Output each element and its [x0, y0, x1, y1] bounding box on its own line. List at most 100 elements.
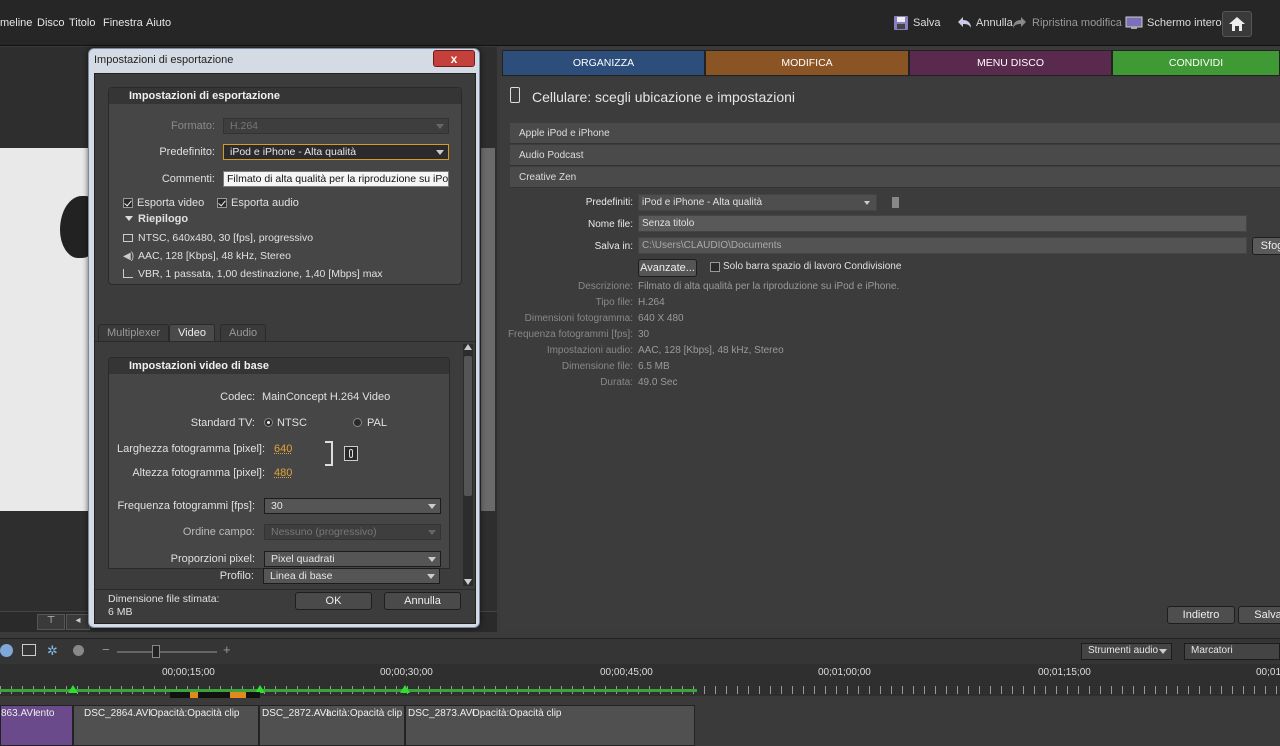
scrollbar-thumb[interactable]: [464, 356, 472, 496]
profile-value: Linea di base: [270, 570, 333, 582]
menu-disco[interactable]: Disco: [37, 17, 65, 29]
field-order-label: Ordine campo:: [182, 526, 255, 538]
tab-organizza[interactable]: ORGANIZZA: [502, 50, 705, 76]
redo-icon: [1013, 17, 1026, 28]
device-audio-podcast[interactable]: Audio Podcast: [510, 145, 1280, 166]
info-filesize-label: Dimensione file:: [561, 361, 633, 372]
tab-multiplexer[interactable]: Multiplexer: [98, 324, 170, 341]
save-button[interactable]: Salva: [893, 12, 941, 34]
filename-label: Nome file:: [587, 219, 633, 230]
fullscreen-button[interactable]: Schermo intero: [1125, 12, 1222, 34]
share-preset-select[interactable]: iPod e iPhone - Alta qualità: [638, 194, 877, 211]
width-value[interactable]: 640: [274, 443, 292, 455]
info-duration-value: 49.0 Sec: [638, 377, 678, 388]
timecode-label: 00;00;45;00: [600, 667, 653, 678]
share-preset-value: iPod e iPhone - Alta qualità: [642, 197, 763, 208]
time-ruler[interactable]: 00;00;15;00 00;00;30;00 00;00;45;00 00;0…: [0, 664, 1280, 698]
export-video-checkbox[interactable]: [123, 198, 133, 208]
tab-video[interactable]: Video: [169, 324, 215, 341]
zoom-slider-track[interactable]: [117, 651, 217, 653]
export-audio-checkbox[interactable]: [217, 198, 227, 208]
tab-menu-disco-label: MENU DISCO: [976, 57, 1045, 69]
disc-icon[interactable]: [0, 644, 13, 657]
tab-condividi[interactable]: CONDIVIDI: [1112, 50, 1280, 76]
share-save-button[interactable]: Salva: [1238, 606, 1280, 624]
device-creative-zen[interactable]: Creative Zen: [510, 167, 1280, 188]
profile-select[interactable]: Linea di base: [263, 568, 440, 584]
video-settings-panel: Impostazioni video di base Codec: MainCo…: [108, 357, 450, 569]
scroll-down-icon[interactable]: [464, 579, 472, 585]
cancel-button[interactable]: Annulla: [384, 592, 461, 610]
preset-label: Predefinito:: [159, 146, 215, 158]
export-settings-dialog: Impostazioni di esportazione x Impostazi…: [88, 48, 480, 628]
menu-aiuto[interactable]: Aiuto: [146, 17, 171, 29]
clip-extra: Opacità:Opacità clip: [472, 708, 562, 719]
undo-button[interactable]: Annulla: [956, 12, 1013, 34]
zoom-slider-handle[interactable]: [152, 645, 160, 658]
device-apple-ipod[interactable]: Apple iPod e iPhone: [510, 123, 1280, 144]
width-label: Larghezza fotogramma [pixel]:: [117, 443, 265, 455]
clip[interactable]: DSC_2873.AVI Opacità:Opacità clip: [405, 705, 695, 746]
tab-modifica[interactable]: MODIFICA: [705, 50, 909, 76]
browse-button[interactable]: Sfog: [1252, 237, 1280, 255]
preset-value: iPod e iPhone - Alta qualità: [230, 146, 357, 158]
savein-input[interactable]: C:\Users\CLAUDIO\Documents: [638, 237, 1247, 254]
menu-timeline[interactable]: meline: [0, 17, 32, 29]
aspect-value: Pixel quadrati: [271, 553, 335, 565]
field-order-select[interactable]: Nessuno (progressivo): [264, 524, 441, 540]
filename-input[interactable]: Senza titolo: [638, 215, 1247, 232]
phone-icon: [510, 87, 520, 103]
menu-titolo[interactable]: Titolo: [69, 17, 96, 29]
step-back-icon[interactable]: ◂: [66, 614, 90, 630]
back-button[interactable]: Indietro: [1167, 606, 1235, 624]
tab-menu-disco[interactable]: MENU DISCO: [909, 50, 1112, 76]
effects-icon[interactable]: ✲: [47, 643, 58, 659]
clip[interactable]: 863.AVI ento: [0, 705, 73, 746]
marker-triangle-icon[interactable]: [400, 685, 410, 693]
markers-select[interactable]: Marcatori: [1184, 643, 1280, 660]
marker-icon[interactable]: [73, 645, 84, 656]
export-panel-heading: Impostazioni di esportazione: [109, 88, 461, 104]
scroll-up-icon[interactable]: [464, 344, 472, 350]
zoom-in-icon[interactable]: +: [223, 642, 231, 657]
list-icon[interactable]: [22, 644, 36, 656]
ok-button[interactable]: OK: [295, 592, 372, 610]
height-value[interactable]: 480: [274, 467, 292, 479]
ntsc-radio[interactable]: [264, 418, 273, 427]
zoom-out-icon[interactable]: −: [102, 642, 110, 657]
audio-tools-select[interactable]: Strumenti audio: [1081, 643, 1172, 660]
chain-link-icon[interactable]: [344, 446, 358, 461]
dialog-title: Impostazioni di esportazione: [94, 54, 234, 66]
dialog-close-button[interactable]: x: [433, 50, 475, 67]
tab-audio[interactable]: Audio: [220, 324, 267, 341]
chevron-down-icon: [864, 201, 870, 205]
home-button[interactable]: [1222, 11, 1252, 37]
chevron-down-icon: [436, 150, 444, 155]
preset-select[interactable]: iPod e iPhone - Alta qualità: [223, 144, 449, 160]
trash-icon[interactable]: [892, 197, 899, 208]
tab-divider: [95, 341, 475, 342]
clip[interactable]: DSC_2864.AVI Opacità:Opacità clip: [73, 705, 259, 746]
marker-triangle-icon[interactable]: [68, 685, 78, 693]
aspect-select[interactable]: Pixel quadrati: [264, 551, 441, 567]
ntsc-label: NTSC: [277, 417, 307, 429]
pal-label: PAL: [367, 417, 387, 429]
format-select[interactable]: H.264: [223, 118, 449, 134]
clip[interactable]: DSC_2872.AVI acità:Opacità clip: [259, 705, 405, 746]
info-dimensions-value: 640 X 480: [638, 313, 684, 324]
export-video-label: Esporta video: [137, 197, 205, 209]
redo-button[interactable]: Ripristina modifica: [1012, 12, 1122, 34]
filter-icon[interactable]: ⊤: [37, 614, 65, 630]
collapse-triangle-icon[interactable]: [125, 216, 133, 221]
info-fps-value: 30: [638, 329, 650, 340]
menu-finestra[interactable]: Finestra: [103, 17, 143, 29]
workspace-only-checkbox[interactable]: [710, 262, 720, 272]
pal-radio[interactable]: [353, 418, 362, 427]
video-settings-scrollbar[interactable]: [463, 344, 473, 586]
floppy-icon: [894, 16, 908, 30]
menu-bar: meline Disco Titolo Finestra Aiuto Salva…: [0, 0, 1280, 46]
info-audio-value: AAC, 128 [Kbps], 48 kHz, Stereo: [638, 345, 784, 356]
comments-input[interactable]: Filmato di alta qualità per la riproduzi…: [223, 171, 449, 187]
advanced-button[interactable]: Avanzate...: [638, 259, 697, 277]
fps-select[interactable]: 30: [264, 498, 441, 514]
